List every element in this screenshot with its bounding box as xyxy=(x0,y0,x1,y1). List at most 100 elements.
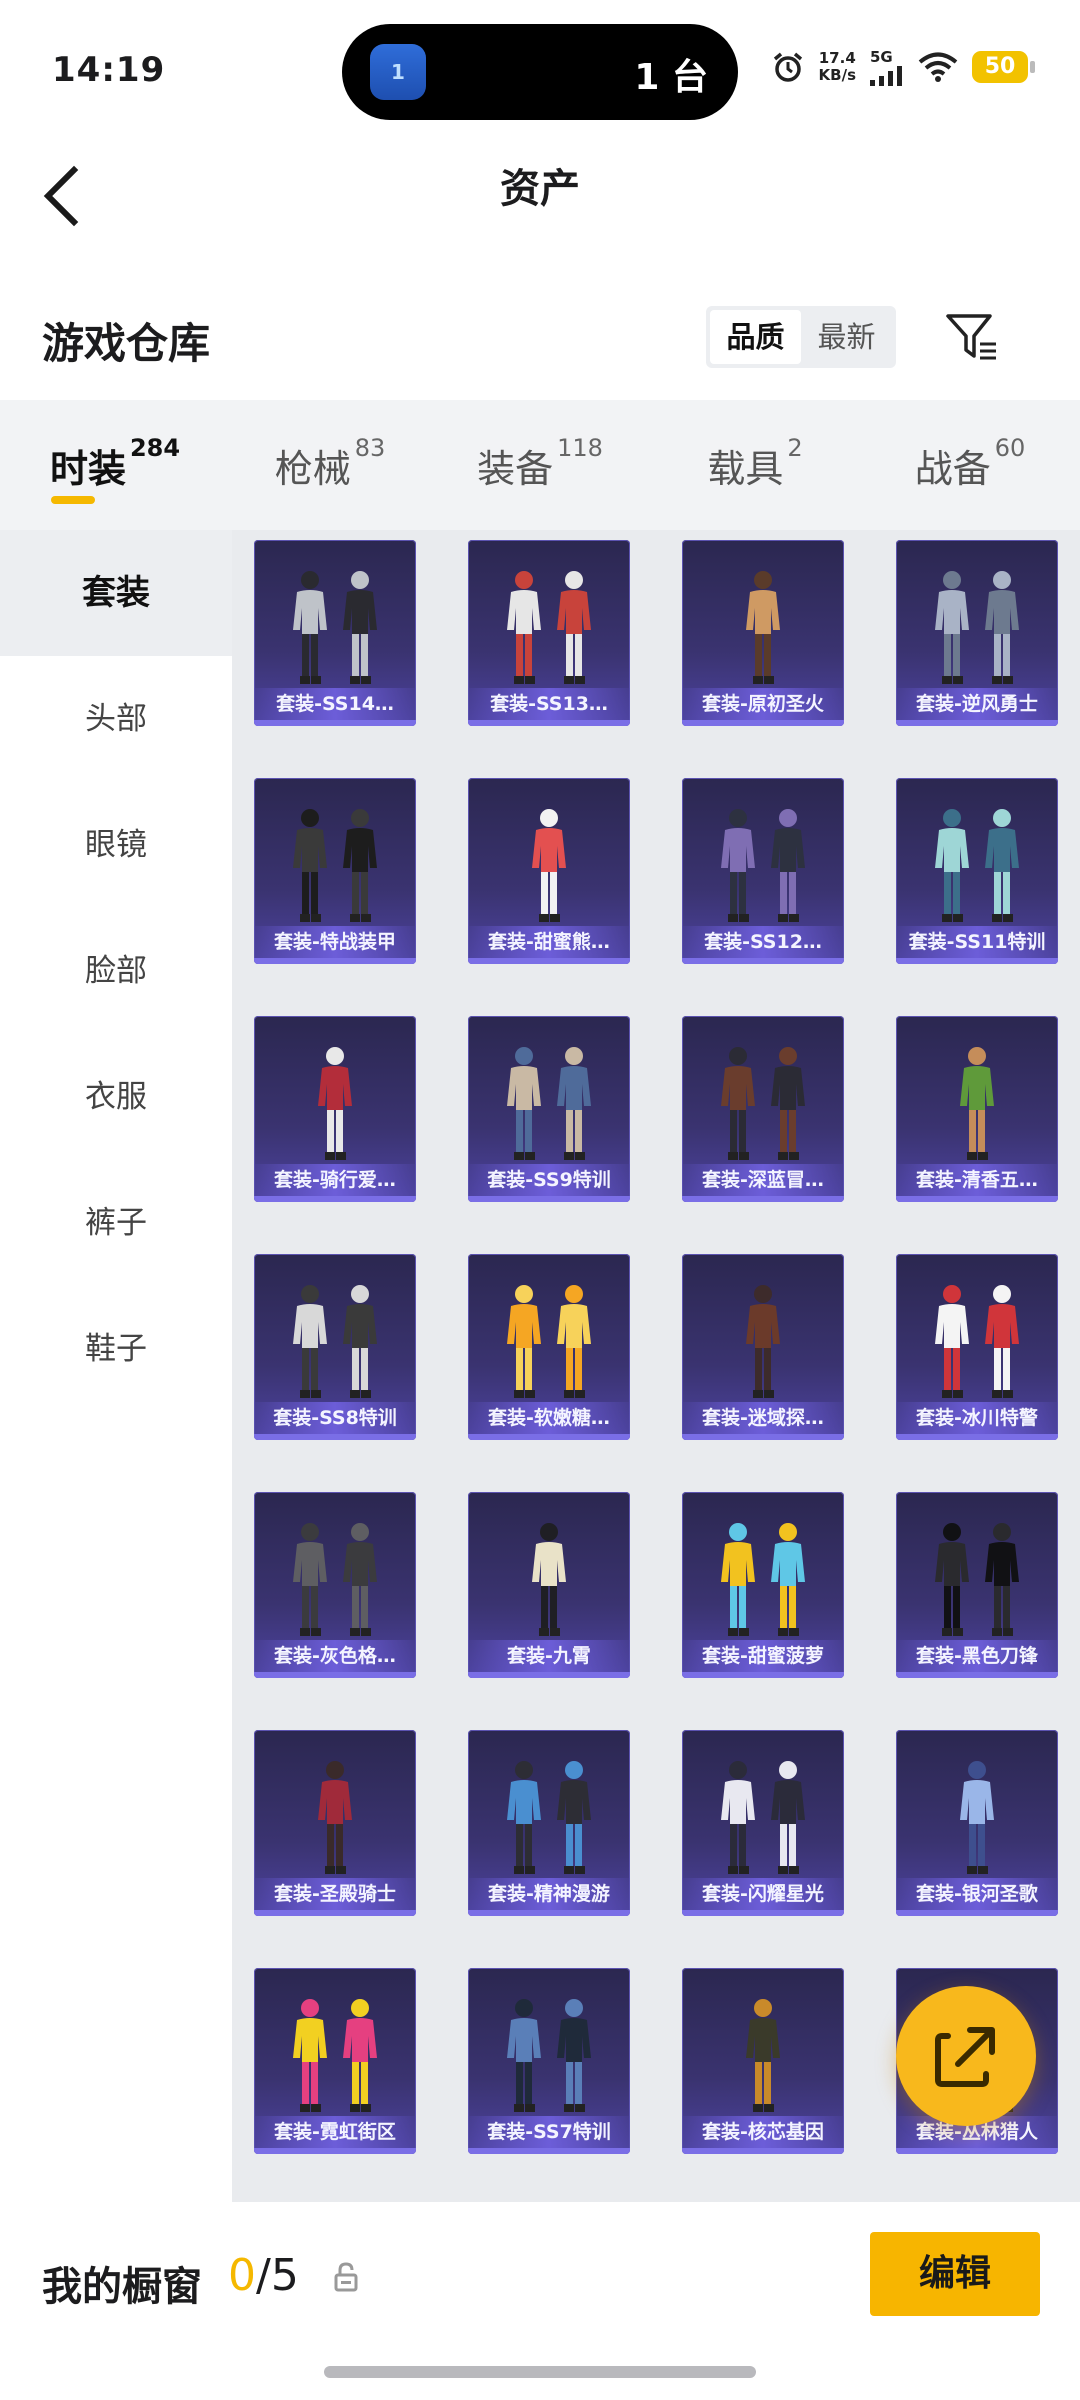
item-card[interactable]: 套装-甜蜜菠萝 xyxy=(682,1492,844,1678)
page-title: 资产 xyxy=(500,166,580,212)
tab-label: 战备 xyxy=(914,447,991,491)
item-card[interactable]: 套装-核芯基因 xyxy=(682,1968,844,2154)
sidebar-item-shoes[interactable]: 鞋子 xyxy=(0,1286,232,1412)
item-card-label: 套装-精神漫游 xyxy=(468,1878,630,1910)
sidebar-item-pants[interactable]: 裤子 xyxy=(0,1160,232,1286)
outfit-figure xyxy=(746,1285,780,1398)
outfit-preview-image xyxy=(896,558,1058,688)
rarity-bar xyxy=(896,720,1058,726)
outfit-figure xyxy=(960,1047,994,1160)
item-card[interactable]: 套装-SS7特训 xyxy=(468,1968,630,2154)
tab-label: 枪械 xyxy=(274,447,351,491)
item-card-label: 套装-甜蜜熊… xyxy=(468,926,630,958)
tab-equipment[interactable]: 装备 118 xyxy=(430,400,650,530)
tab-supplies[interactable]: 战备 60 xyxy=(860,400,1080,530)
outfit-figure xyxy=(771,1523,805,1636)
outfit-figure xyxy=(721,1523,755,1636)
share-button[interactable] xyxy=(896,1986,1036,2126)
outfit-figure xyxy=(507,1285,541,1398)
rarity-bar xyxy=(468,720,630,726)
item-card[interactable]: 套装-圣殿骑士 xyxy=(254,1730,416,1916)
item-card[interactable]: 套装-冰川特警 xyxy=(896,1254,1058,1440)
outfit-preview-image xyxy=(682,558,844,688)
warehouse-title: 游戏仓库 xyxy=(42,319,211,368)
item-card[interactable]: 套装-清香五… xyxy=(896,1016,1058,1202)
item-card[interactable]: 套装-SS12… xyxy=(682,778,844,964)
item-card-label: 套装-九霄 xyxy=(468,1640,630,1672)
outfit-figure xyxy=(318,1047,352,1160)
warehouse-header: 游戏仓库 品质 最新 xyxy=(0,270,1080,400)
rarity-bar xyxy=(896,1672,1058,1678)
item-card[interactable]: 套装-软嫩糖… xyxy=(468,1254,630,1440)
wifi-icon xyxy=(918,52,958,82)
item-card[interactable]: 套装-灰色格… xyxy=(254,1492,416,1678)
lock-icon xyxy=(334,2262,358,2292)
outfit-preview-image xyxy=(468,558,630,688)
sidebar-item-suit[interactable]: 套装 xyxy=(0,530,232,656)
item-card[interactable]: 套装-骑行爱… xyxy=(254,1016,416,1202)
item-card[interactable]: 套装-逆风勇士 xyxy=(896,540,1058,726)
item-card[interactable]: 套装-SS14… xyxy=(254,540,416,726)
tab-vehicles[interactable]: 载具 2 xyxy=(650,400,860,530)
rarity-bar xyxy=(254,1672,416,1678)
item-card-label: 套装-冰川特警 xyxy=(896,1402,1058,1434)
item-card[interactable]: 套装-九霄 xyxy=(468,1492,630,1678)
rarity-bar xyxy=(682,1672,844,1678)
status-bar: 14:19 1 1 台 17.4 KB/s 5G 50 xyxy=(0,0,1080,140)
rarity-bar xyxy=(682,1910,844,1916)
sidebar-item-face[interactable]: 脸部 xyxy=(0,908,232,1034)
hotspot-badge: 1 xyxy=(391,60,405,84)
dynamic-island[interactable]: 1 1 台 xyxy=(342,24,738,120)
rarity-bar xyxy=(896,1196,1058,1202)
item-card[interactable]: 套装-霓虹街区 xyxy=(254,1968,416,2154)
sort-newest-button[interactable]: 最新 xyxy=(801,310,892,364)
item-card-label: 套装-甜蜜菠萝 xyxy=(682,1640,844,1672)
item-card[interactable]: 套装-特战装甲 xyxy=(254,778,416,964)
sidebar-item-clothes[interactable]: 衣服 xyxy=(0,1034,232,1160)
edit-button[interactable]: 编辑 xyxy=(870,2232,1040,2316)
item-card[interactable]: 套装-黑色刀锋 xyxy=(896,1492,1058,1678)
sort-quality-button[interactable]: 品质 xyxy=(710,310,801,364)
item-card[interactable]: 套装-原初圣火 xyxy=(682,540,844,726)
outfit-figure xyxy=(935,809,969,922)
outfit-figure xyxy=(293,1285,327,1398)
tab-label: 载具 xyxy=(707,447,784,491)
item-card[interactable]: 套装-SS13… xyxy=(468,540,630,726)
item-card[interactable]: 套装-精神漫游 xyxy=(468,1730,630,1916)
outfit-figure xyxy=(985,571,1019,684)
sidebar-item-glasses[interactable]: 眼镜 xyxy=(0,782,232,908)
item-card[interactable]: 套装-深蓝冒… xyxy=(682,1016,844,1202)
item-card[interactable]: 套装-银河圣歌 xyxy=(896,1730,1058,1916)
outfit-figure xyxy=(746,571,780,684)
rarity-bar xyxy=(468,1672,630,1678)
outfit-figure xyxy=(771,809,805,922)
rarity-bar xyxy=(468,1910,630,1916)
status-icons: 17.4 KB/s 5G 50 xyxy=(771,48,1035,86)
outfit-preview-image xyxy=(468,1510,630,1640)
item-card-label: 套装-SS14… xyxy=(254,688,416,720)
outfit-figure xyxy=(343,571,377,684)
outfit-figure xyxy=(985,1523,1019,1636)
item-card[interactable]: 套装-闪耀星光 xyxy=(682,1730,844,1916)
showcase-title: 我的橱窗 xyxy=(42,2264,202,2310)
outfit-figure xyxy=(746,1999,780,2112)
item-card[interactable]: 套装-SS11特训 xyxy=(896,778,1058,964)
tab-guns[interactable]: 枪械 83 xyxy=(230,400,430,530)
net-speed: 17.4 KB/s xyxy=(819,50,856,84)
sidebar-item-head[interactable]: 头部 xyxy=(0,656,232,782)
outfit-figure xyxy=(771,1047,805,1160)
item-card[interactable]: 套装-甜蜜熊… xyxy=(468,778,630,964)
rarity-bar xyxy=(896,958,1058,964)
home-indicator[interactable] xyxy=(324,2366,756,2378)
tab-fashion[interactable]: 时装 284 xyxy=(0,400,230,530)
item-card-label: 套装-深蓝冒… xyxy=(682,1164,844,1196)
item-card[interactable]: 套装-SS8特训 xyxy=(254,1254,416,1440)
outfit-figure xyxy=(557,1285,591,1398)
hotspot-icon: 1 xyxy=(370,44,426,100)
net-speed-value: 17.4 xyxy=(818,49,856,67)
outfit-figure xyxy=(721,1761,755,1874)
outfit-figure xyxy=(293,809,327,922)
item-card[interactable]: 套装-迷域探… xyxy=(682,1254,844,1440)
filter-icon[interactable] xyxy=(944,310,1000,366)
item-card[interactable]: 套装-SS9特训 xyxy=(468,1016,630,1202)
